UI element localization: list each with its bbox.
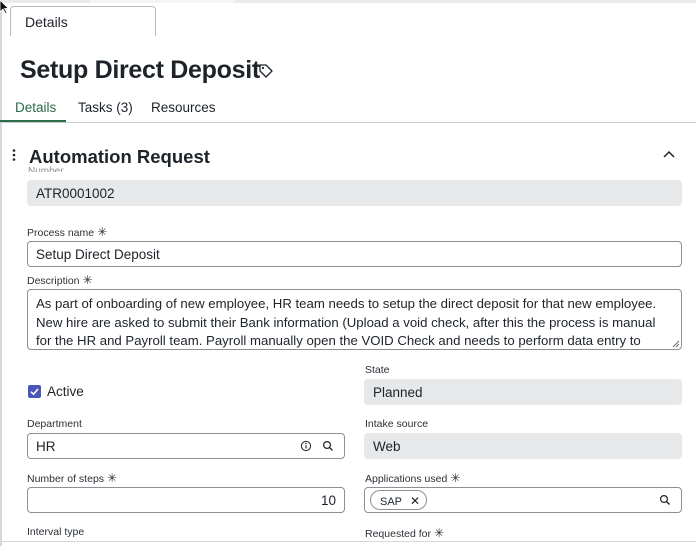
drag-handle-icon[interactable] (12, 149, 16, 161)
tab-resources[interactable]: Resources (151, 100, 216, 115)
department-input[interactable]: HR (27, 433, 345, 459)
section-title: Automation Request (29, 146, 210, 167)
chevron-up-icon[interactable] (662, 149, 676, 159)
number-of-steps-input[interactable]: 10 (27, 487, 345, 513)
required-indicator: ✳ (107, 471, 118, 485)
required-indicator: ✳ (433, 526, 445, 540)
required-indicator: ✳ (82, 273, 93, 287)
number-label: Number (28, 166, 64, 172)
tab-details[interactable]: Details (15, 100, 56, 115)
tag-icon[interactable] (258, 63, 274, 79)
chip-label: SAP (380, 496, 403, 508)
department-label: Department (27, 418, 82, 430)
active-checkbox[interactable] (28, 385, 41, 398)
required-indicator: ✳ (450, 471, 461, 485)
number-of-steps-label: Number of steps ✳ (27, 471, 118, 485)
page-title: Setup Direct Deposit (20, 56, 260, 84)
bottom-divider (0, 541, 696, 542)
search-icon[interactable] (322, 440, 334, 452)
record-tabs: Details Tasks (3) Resources (0, 96, 696, 123)
application-chip[interactable]: SAP ✕ (370, 490, 428, 510)
required-indicator: ✳ (97, 225, 108, 239)
interval-type-label: Interval type (27, 526, 85, 538)
info-icon[interactable] (300, 440, 312, 452)
process-name-input[interactable]: Setup Direct Deposit (27, 241, 682, 267)
top-tab-strip: Details (0, 0, 696, 36)
tab-tasks[interactable]: Tasks (3) (78, 100, 133, 115)
window-tab-details[interactable]: Details (10, 6, 156, 36)
state-field: Planned (364, 379, 682, 405)
search-icon[interactable] (659, 494, 671, 506)
number-field: ATR0001002 (27, 180, 682, 206)
requested-for-label: Requested for ✳ (365, 526, 445, 540)
checkmark-icon (30, 388, 39, 396)
resize-grip-icon[interactable] (672, 340, 680, 348)
mouse-cursor-icon (0, 0, 10, 14)
intake-source-field: Web (364, 433, 682, 459)
description-textarea[interactable]: As part of onboarding of new employee, H… (27, 289, 682, 350)
state-label: State (365, 364, 390, 376)
intake-source-label: Intake source (365, 418, 429, 430)
left-border (0, 0, 2, 546)
active-label: Active (47, 384, 84, 399)
description-label: Description ✳ (27, 273, 93, 287)
process-name-label: Process name ✳ (27, 225, 108, 239)
tab-strip-background-light (90, 0, 235, 3)
applications-used-label: Applications used ✳ (365, 471, 461, 485)
active-tab-indicator (0, 120, 66, 122)
remove-chip-icon[interactable]: ✕ (410, 494, 420, 508)
